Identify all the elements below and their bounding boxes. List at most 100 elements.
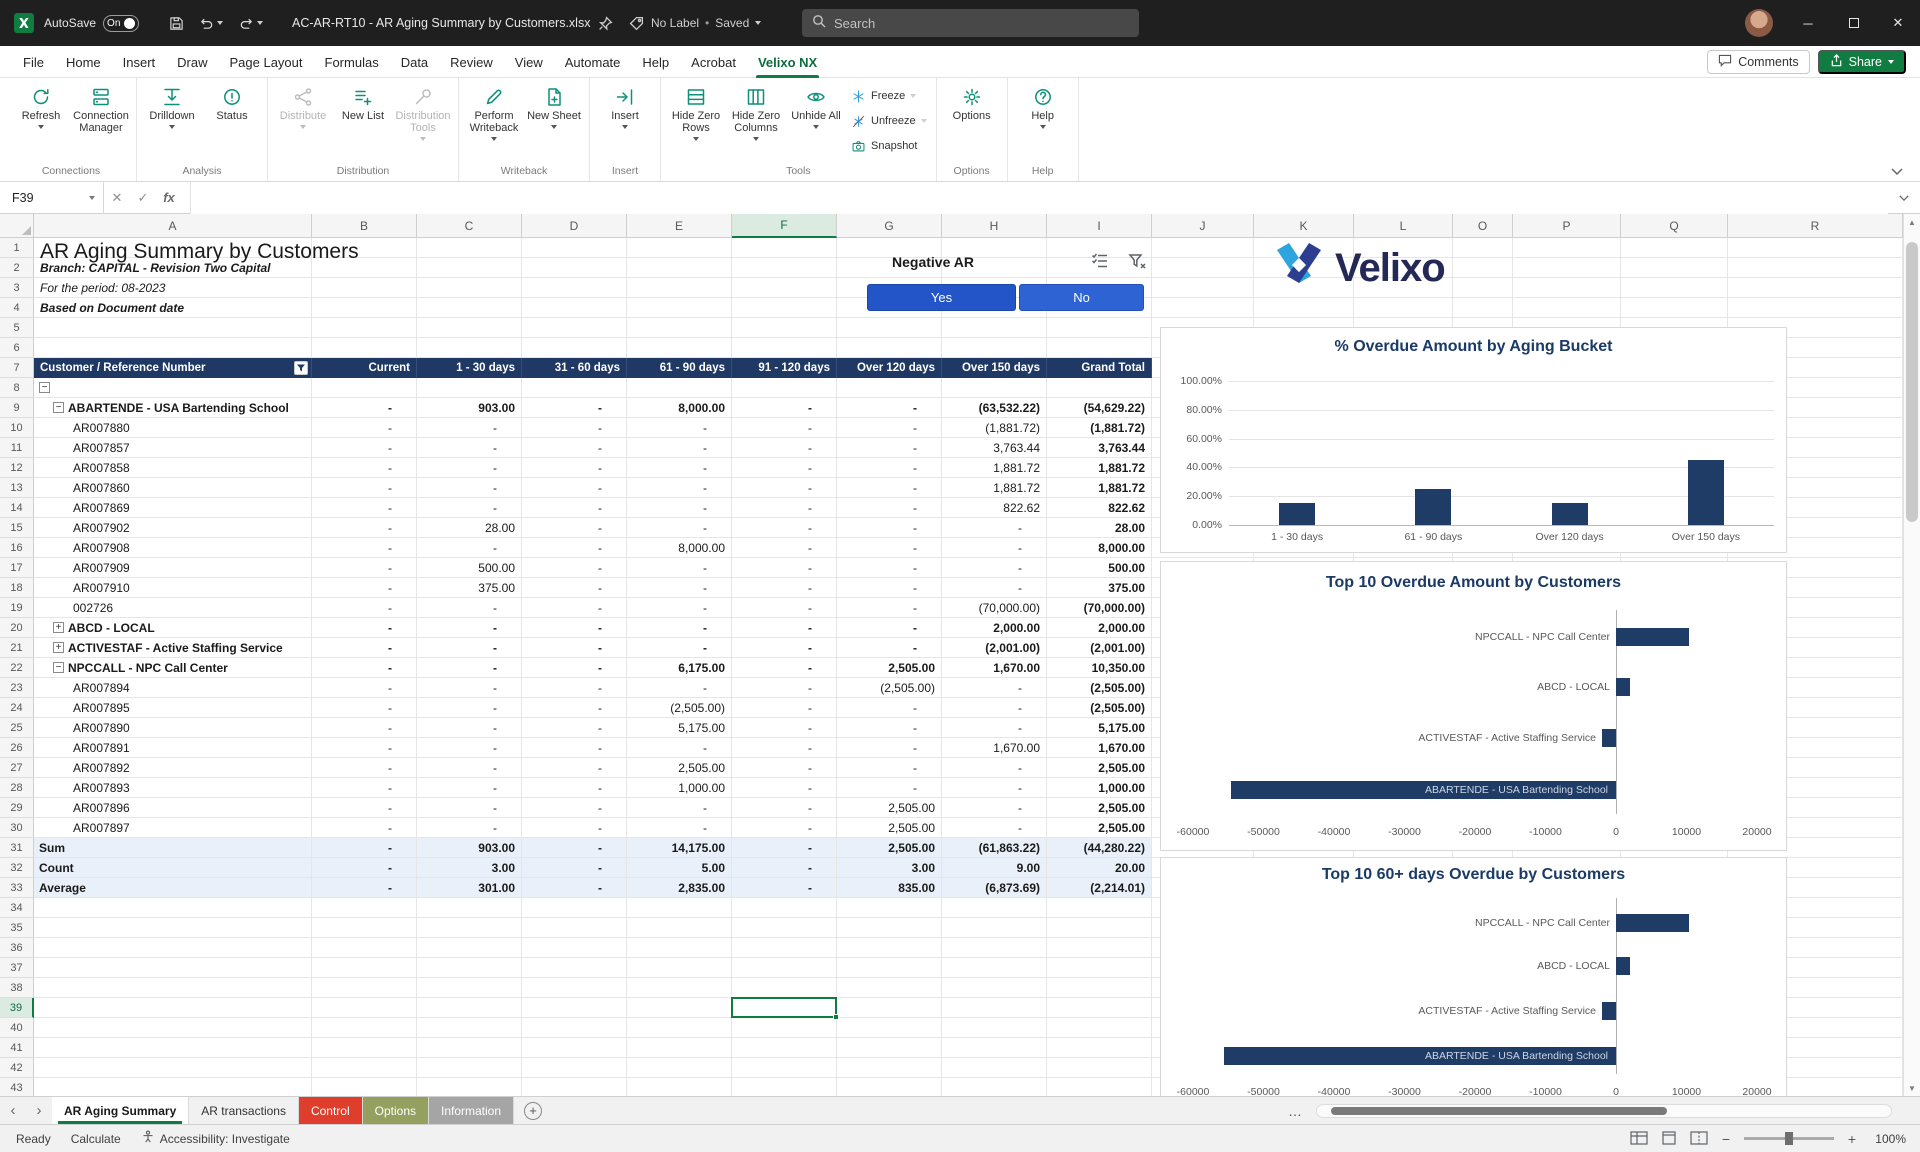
value-cell[interactable]: - — [942, 558, 1047, 578]
row-header-4[interactable]: 4 — [0, 298, 34, 318]
value-cell[interactable]: - — [732, 438, 837, 458]
menu-tab-home[interactable]: Home — [55, 46, 112, 78]
value-cell[interactable]: - — [732, 718, 837, 738]
value-cell[interactable]: - — [312, 398, 417, 418]
help-button[interactable]: Help — [1013, 78, 1073, 162]
value-cell[interactable]: - — [837, 718, 942, 738]
value-cell[interactable]: - — [522, 478, 627, 498]
value-cell[interactable]: 2,505.00 — [1047, 758, 1152, 778]
row-header-7[interactable]: 7 — [0, 358, 34, 378]
value-cell[interactable]: - — [312, 638, 417, 658]
column-header-d[interactable]: D — [522, 214, 627, 238]
user-avatar[interactable] — [1745, 9, 1773, 37]
scroll-down-arrow[interactable]: ▼ — [1904, 1080, 1920, 1096]
value-cell[interactable]: - — [312, 538, 417, 558]
header-over-150-days[interactable]: Over 150 days — [942, 358, 1047, 378]
customer-cell[interactable]: −ABARTENDE - USA Bartending School — [34, 398, 312, 418]
page-layout-icon[interactable] — [1660, 1131, 1678, 1146]
value-cell[interactable]: - — [942, 718, 1047, 738]
value-cell[interactable]: - — [627, 438, 732, 458]
value-cell[interactable]: - — [627, 598, 732, 618]
row-header-30[interactable]: 30 — [0, 818, 34, 838]
value-cell[interactable]: - — [942, 538, 1047, 558]
value-cell[interactable]: - — [522, 638, 627, 658]
value-cell[interactable]: 1,000.00 — [1047, 778, 1152, 798]
value-cell[interactable]: - — [312, 678, 417, 698]
value-cell[interactable]: - — [627, 638, 732, 658]
row-header-8[interactable]: 8 — [0, 378, 34, 398]
zoom-level[interactable]: 100% — [1870, 1132, 1906, 1146]
value-cell[interactable]: - — [417, 478, 522, 498]
insert-function-icon[interactable]: fx — [156, 190, 182, 205]
value-cell[interactable]: 8,000.00 — [627, 538, 732, 558]
column-header-c[interactable]: C — [417, 214, 522, 238]
outline-collapse-button[interactable]: − — [53, 662, 64, 673]
outline-collapse-button[interactable]: − — [53, 402, 64, 413]
customer-cell[interactable]: AR007897 — [34, 818, 312, 838]
collapse-ribbon-chevron[interactable] — [1890, 163, 1906, 173]
name-box[interactable]: F39 — [0, 182, 104, 214]
negative-ar-yes-button[interactable]: Yes — [867, 284, 1016, 311]
calculate-status[interactable]: Calculate — [71, 1132, 121, 1146]
value-cell[interactable]: - — [627, 558, 732, 578]
customer-cell[interactable]: AR007890 — [34, 718, 312, 738]
row-header-9[interactable]: 9 — [0, 398, 34, 418]
accessibility-status[interactable]: Accessibility: Investigate — [141, 1130, 290, 1147]
value-cell[interactable]: 1,881.72 — [1047, 478, 1152, 498]
customer-cell[interactable]: AR007895 — [34, 698, 312, 718]
column-header-r[interactable]: R — [1728, 214, 1903, 238]
value-cell[interactable]: - — [627, 798, 732, 818]
value-cell[interactable]: - — [312, 658, 417, 678]
sheet-tab-ar-transactions[interactable]: AR transactions — [189, 1097, 299, 1124]
value-cell[interactable]: (2,001.00) — [1047, 638, 1152, 658]
value-cell[interactable]: - — [522, 858, 627, 878]
value-cell[interactable]: - — [522, 838, 627, 858]
row-header-41[interactable]: 41 — [0, 1038, 34, 1058]
value-cell[interactable]: - — [942, 798, 1047, 818]
value-cell[interactable]: - — [417, 658, 522, 678]
value-cell[interactable]: (44,280.22) — [1047, 838, 1152, 858]
value-cell[interactable]: - — [732, 458, 837, 478]
menu-tab-page-layout[interactable]: Page Layout — [219, 46, 314, 78]
value-cell[interactable]: - — [732, 838, 837, 858]
value-cell[interactable]: - — [732, 498, 837, 518]
value-cell[interactable]: - — [942, 818, 1047, 838]
value-cell[interactable]: - — [522, 618, 627, 638]
menu-tab-help[interactable]: Help — [631, 46, 680, 78]
next-sheet-arrow[interactable]: › — [26, 1097, 52, 1124]
refresh-button[interactable]: Refresh — [11, 78, 71, 162]
value-cell[interactable]: - — [312, 478, 417, 498]
value-cell[interactable]: - — [837, 418, 942, 438]
perform-writeback-button[interactable]: Perform Writeback — [464, 78, 524, 162]
value-cell[interactable]: - — [837, 458, 942, 478]
customer-cell[interactable]: AR007896 — [34, 798, 312, 818]
value-cell[interactable]: - — [312, 818, 417, 838]
value-cell[interactable]: 3,763.44 — [1047, 438, 1152, 458]
value-cell[interactable]: 2,505.00 — [837, 798, 942, 818]
value-cell[interactable]: - — [522, 518, 627, 538]
value-cell[interactable]: - — [837, 698, 942, 718]
value-cell[interactable]: - — [417, 818, 522, 838]
value-cell[interactable]: - — [837, 438, 942, 458]
value-cell[interactable]: (61,863.22) — [942, 838, 1047, 858]
value-cell[interactable]: - — [522, 778, 627, 798]
drilldown-button[interactable]: Drilldown — [142, 78, 202, 162]
prev-sheet-arrow[interactable]: ‹ — [0, 1097, 26, 1124]
value-cell[interactable]: - — [312, 798, 417, 818]
value-cell[interactable]: 10,350.00 — [1047, 658, 1152, 678]
undo-button[interactable] — [198, 0, 223, 46]
customer-cell[interactable]: AR007902 — [34, 518, 312, 538]
value-cell[interactable]: - — [312, 838, 417, 858]
value-cell[interactable]: - — [417, 438, 522, 458]
value-cell[interactable]: 2,505.00 — [837, 818, 942, 838]
value-cell[interactable]: - — [837, 498, 942, 518]
menu-tab-review[interactable]: Review — [439, 46, 504, 78]
column-header-k[interactable]: K — [1254, 214, 1354, 238]
zoom-in-button[interactable]: + — [1846, 1131, 1858, 1147]
value-cell[interactable]: - — [417, 458, 522, 478]
value-cell[interactable]: 3,763.44 — [942, 438, 1047, 458]
comments-button[interactable]: Comments — [1707, 50, 1809, 74]
value-cell[interactable]: 8,000.00 — [627, 398, 732, 418]
value-cell[interactable]: 1,881.72 — [942, 478, 1047, 498]
value-cell[interactable]: (2,505.00) — [627, 698, 732, 718]
